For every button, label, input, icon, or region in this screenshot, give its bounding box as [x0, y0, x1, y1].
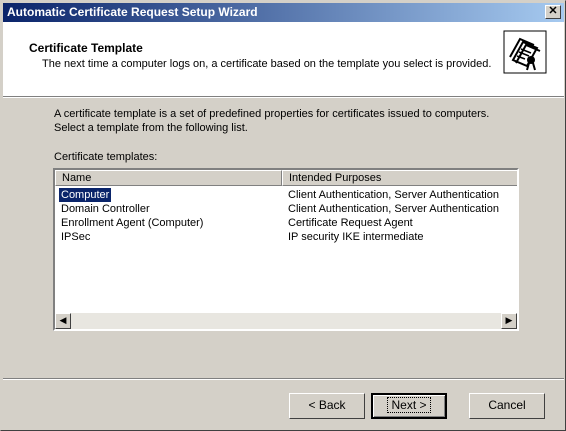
wizard-window: Automatic Certificate Request Setup Wiza…	[0, 0, 566, 431]
title-bar[interactable]: Automatic Certificate Request Setup Wiza…	[3, 3, 564, 22]
list-item[interactable]: Enrollment Agent (Computer) Certificate …	[55, 216, 517, 230]
list-item[interactable]: Computer Client Authentication, Server A…	[55, 187, 517, 203]
template-purposes: Client Authentication, Server Authentica…	[288, 203, 499, 215]
header-divider	[3, 96, 564, 98]
list-item[interactable]: Domain Controller Client Authentication,…	[55, 202, 517, 216]
list-item[interactable]: IPSec IP security IKE intermediate	[55, 230, 517, 244]
templates-label: Certificate templates:	[54, 151, 158, 163]
window-title: Automatic Certificate Request Setup Wiza…	[7, 5, 258, 19]
page-title: Certificate Template	[29, 41, 143, 55]
footer-divider	[3, 378, 564, 380]
template-name: Enrollment Agent (Computer)	[61, 217, 204, 229]
wizard-header: Certificate Template The next time a com…	[3, 22, 564, 96]
template-purposes: Certificate Request Agent	[288, 217, 413, 229]
close-icon: ✕	[548, 5, 558, 17]
certificate-wizard-icon	[503, 30, 547, 74]
horizontal-scrollbar[interactable]: ◀ ▶	[55, 313, 517, 329]
template-name: Computer	[57, 187, 113, 203]
scroll-right-button[interactable]: ▶	[501, 313, 517, 329]
scroll-right-icon: ▶	[505, 315, 513, 325]
scroll-left-button[interactable]: ◀	[55, 313, 71, 329]
template-purposes: Client Authentication, Server Authentica…	[288, 189, 499, 201]
column-header-name[interactable]: Name	[55, 170, 282, 186]
back-button[interactable]: < Back	[289, 393, 365, 419]
page-description: The next time a computer logs on, a cert…	[42, 58, 492, 70]
scroll-left-icon: ◀	[59, 315, 67, 325]
intro-text: A certificate template is a set of prede…	[54, 108, 490, 134]
certificate-templates-list[interactable]: Name Intended Purposes Computer Client A…	[53, 168, 519, 331]
close-button[interactable]: ✕	[545, 5, 561, 19]
template-name: IPSec	[61, 231, 91, 243]
next-button-label: Next >	[387, 397, 431, 413]
column-header-intended-purposes[interactable]: Intended Purposes	[282, 170, 517, 186]
next-button[interactable]: Next >	[371, 393, 447, 419]
template-purposes: IP security IKE intermediate	[288, 231, 424, 243]
cancel-button[interactable]: Cancel	[469, 393, 545, 419]
template-name: Domain Controller	[61, 203, 150, 215]
